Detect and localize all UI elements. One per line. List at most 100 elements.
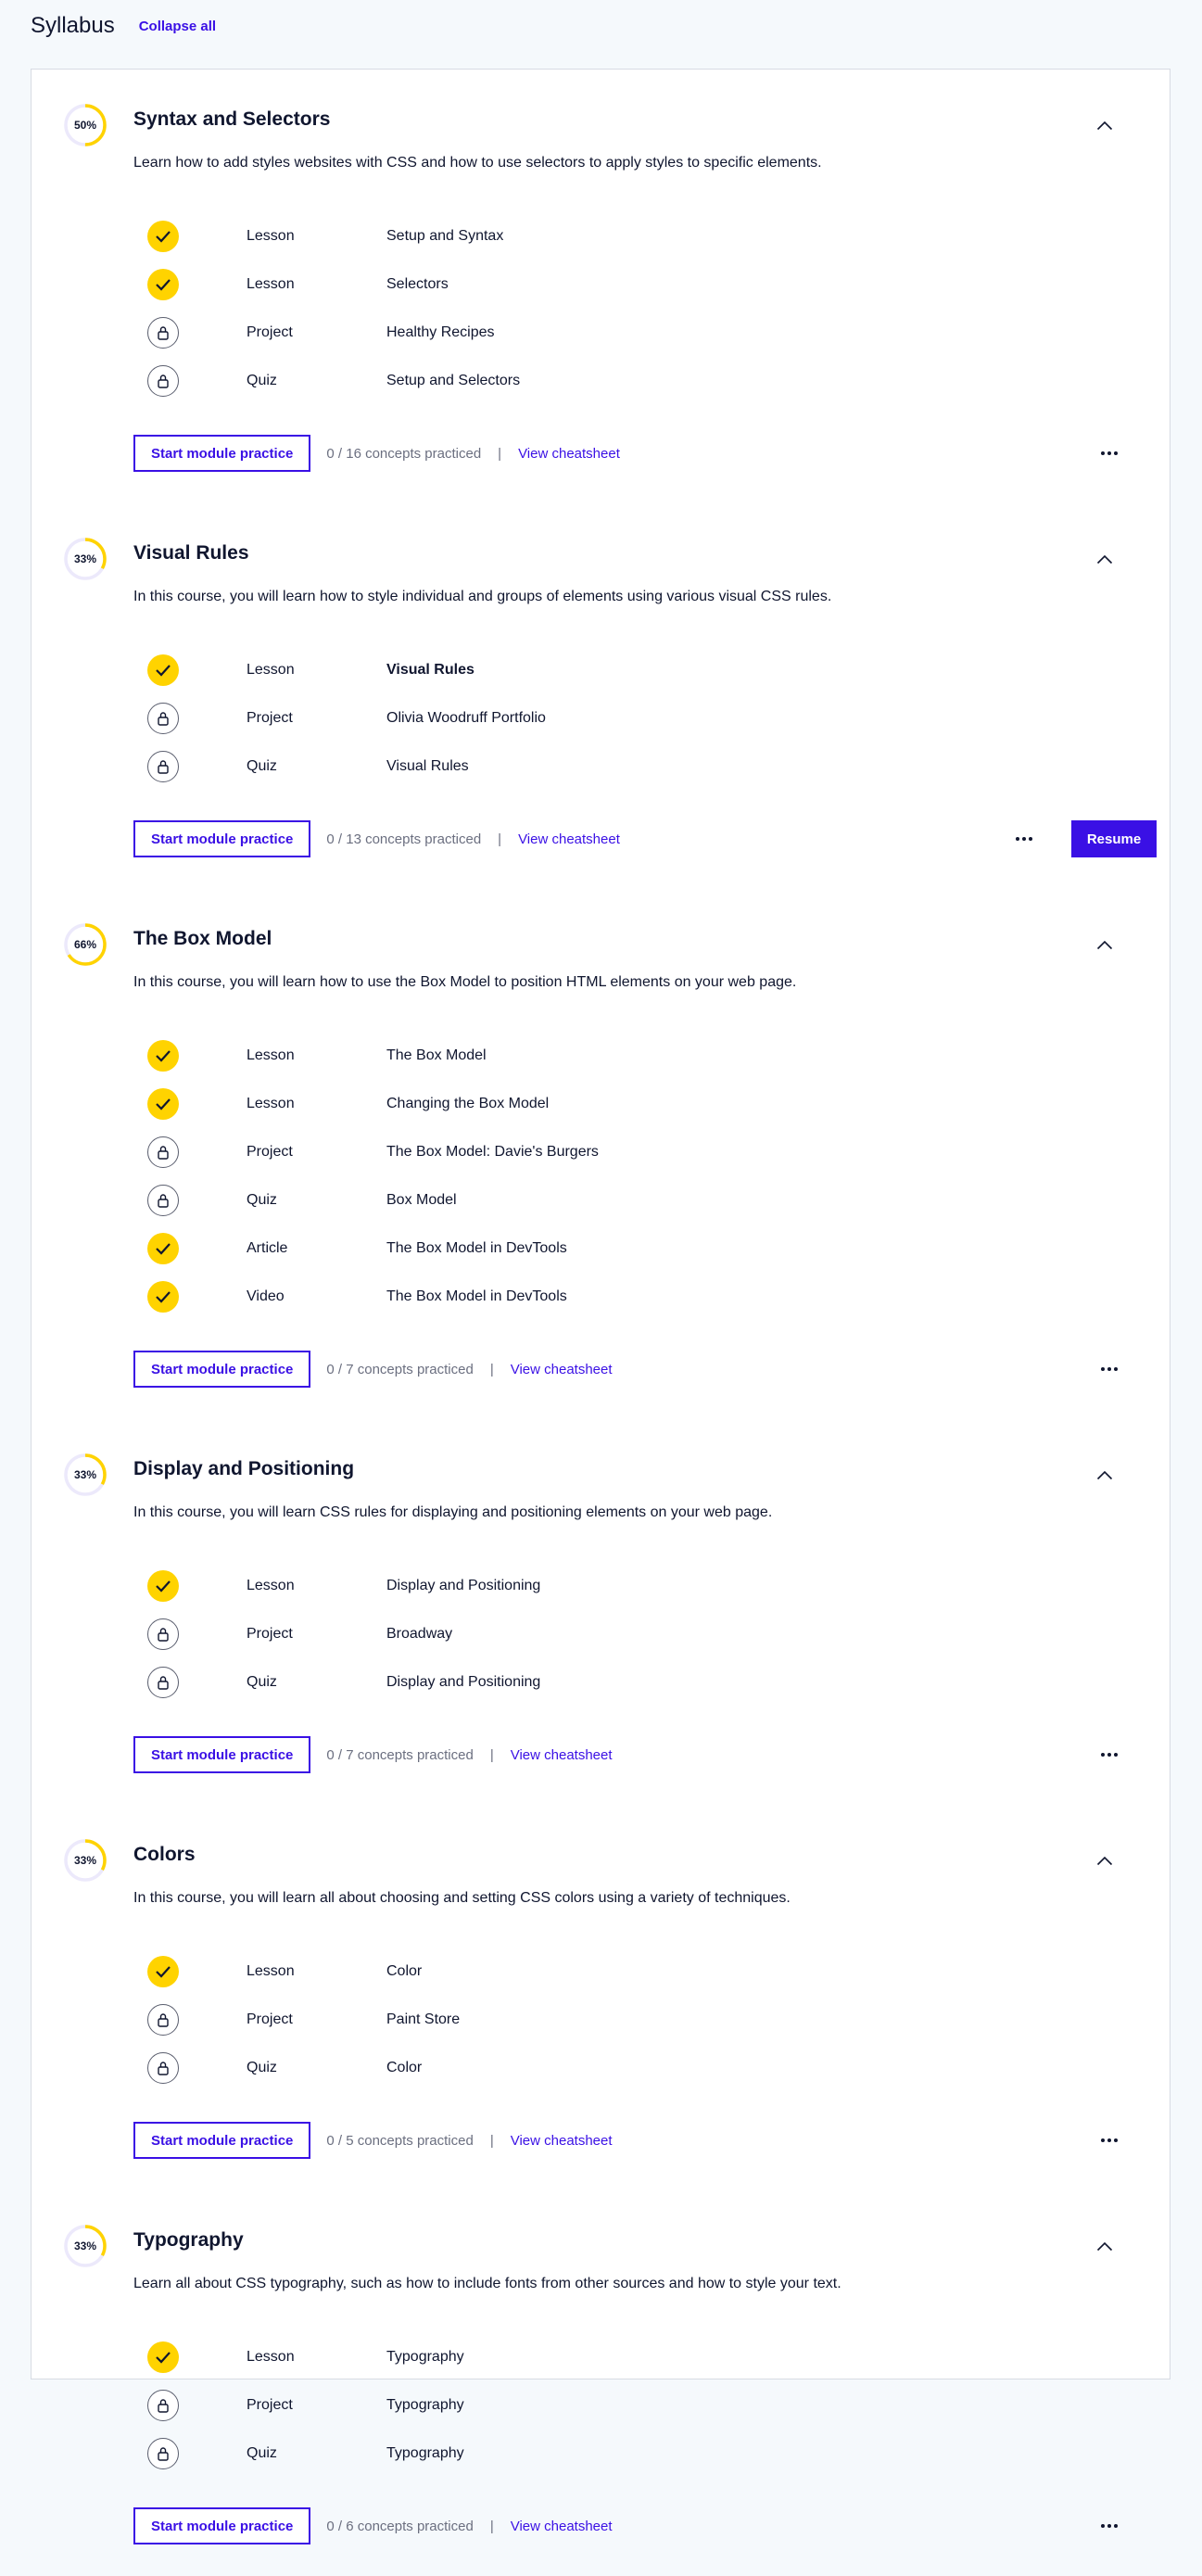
item-name: Typography <box>386 2397 464 2413</box>
more-options-icon[interactable] <box>1095 442 1123 464</box>
view-cheatsheet-link[interactable]: View cheatsheet <box>518 446 620 462</box>
view-cheatsheet-link[interactable]: View cheatsheet <box>518 831 620 847</box>
chevron-up-icon[interactable] <box>1092 2233 1118 2259</box>
module-description: In this course, you will learn how to us… <box>133 974 797 990</box>
list-item[interactable]: Lesson Color <box>147 1948 981 1996</box>
item-type: Project <box>247 1144 293 1160</box>
checkmark-icon <box>147 1040 179 1072</box>
item-name: The Box Model: Davie's Burgers <box>386 1144 599 1160</box>
list-item[interactable]: Lesson Visual Rules <box>147 646 981 694</box>
item-type: Quiz <box>247 1674 277 1690</box>
lock-graphic <box>158 2013 169 2027</box>
list-item[interactable]: Lesson Setup and Syntax <box>147 212 981 260</box>
view-cheatsheet-link[interactable]: View cheatsheet <box>511 2519 613 2534</box>
checkmark-graphic <box>156 1098 171 1110</box>
lock-graphic <box>158 712 169 726</box>
lock-graphic <box>158 2447 169 2461</box>
lock-icon <box>147 1185 179 1216</box>
start-module-practice-button[interactable]: Start module practice <box>133 2507 311 2544</box>
lock-icon <box>147 2438 179 2469</box>
module-items: Lesson Display and Positioning Project Broa… <box>147 1562 981 1707</box>
view-cheatsheet-link[interactable]: View cheatsheet <box>511 2133 613 2149</box>
module-footer: Start module practice 0 / 7 concepts prac… <box>133 1736 1170 1773</box>
list-item[interactable]: Project Healthy Recipes <box>147 309 981 357</box>
syllabus-panel: 50% Syntax and Selectors Learn how to add … <box>31 69 1170 2544</box>
more-options-icon[interactable] <box>1010 828 1038 850</box>
checkmark-icon <box>147 221 179 252</box>
list-item[interactable]: Lesson Selectors <box>147 260 981 309</box>
item-type: Quiz <box>247 1192 277 1208</box>
checkmark-icon <box>147 269 179 300</box>
item-name: Selectors <box>386 276 449 292</box>
progress-ring: 33% <box>63 2224 108 2268</box>
start-module-practice-button[interactable]: Start module practice <box>133 820 311 857</box>
list-item[interactable]: Project The Box Model: Davie's Burgers <box>147 1128 981 1176</box>
more-options-icon[interactable] <box>1095 1744 1123 1766</box>
chevron-up-graphic <box>1096 2241 1113 2251</box>
item-name: Broadway <box>386 1626 453 1642</box>
item-type: Lesson <box>247 2349 295 2365</box>
item-name: Display and Positioning <box>386 1674 541 1690</box>
view-cheatsheet-link[interactable]: View cheatsheet <box>511 1362 613 1377</box>
start-module-practice-button[interactable]: Start module practice <box>133 435 311 472</box>
item-type: Quiz <box>247 373 277 388</box>
more-options-icon[interactable] <box>1095 2515 1123 2537</box>
list-item[interactable]: Article The Box Model in DevTools <box>147 1225 981 1273</box>
item-type: Project <box>247 2397 293 2413</box>
list-item[interactable]: Lesson Typography <box>147 2333 981 2381</box>
list-item[interactable]: Project Paint Store <box>147 1996 981 2044</box>
chevron-up-icon[interactable] <box>1092 112 1118 138</box>
item-name: Color <box>386 2060 423 2075</box>
list-item[interactable]: Video The Box Model in DevTools <box>147 1273 981 1321</box>
list-item[interactable]: Quiz Setup and Selectors <box>147 357 981 405</box>
chevron-up-icon[interactable] <box>1092 546 1118 572</box>
view-cheatsheet-link[interactable]: View cheatsheet <box>511 1747 613 1763</box>
item-type: Article <box>247 1240 288 1256</box>
more-options-icon[interactable] <box>1095 1358 1123 1380</box>
list-item[interactable]: Project Broadway <box>147 1610 981 1658</box>
item-type: Lesson <box>247 1963 295 1979</box>
item-name: The Box Model in DevTools <box>386 1240 567 1256</box>
checkmark-graphic <box>156 1050 171 1062</box>
list-item[interactable]: Quiz Display and Positioning <box>147 1658 981 1707</box>
chevron-up-icon[interactable] <box>1092 1847 1118 1873</box>
list-item[interactable]: Quiz Visual Rules <box>147 742 981 791</box>
lock-graphic <box>158 1676 169 1690</box>
separator: | <box>489 1746 494 1763</box>
list-item[interactable]: Quiz Box Model <box>147 1176 981 1225</box>
module-2: 33% Visual Rules In this course, you will … <box>32 503 1170 889</box>
item-name: Visual Rules <box>386 662 474 678</box>
item-type: Lesson <box>247 1047 295 1063</box>
progress-ring: 33% <box>63 1838 108 1883</box>
start-module-practice-button[interactable]: Start module practice <box>133 1736 311 1773</box>
separator: | <box>489 2132 494 2149</box>
item-type: Project <box>247 324 293 340</box>
list-item[interactable]: Quiz Color <box>147 2044 981 2092</box>
list-item[interactable]: Lesson Display and Positioning <box>147 1562 981 1610</box>
checkmark-icon <box>147 1570 179 1602</box>
item-name: Box Model <box>386 1192 457 1208</box>
list-item[interactable]: Lesson Changing the Box Model <box>147 1080 981 1128</box>
start-module-practice-button[interactable]: Start module practice <box>133 2122 311 2159</box>
list-item[interactable]: Lesson The Box Model <box>147 1032 981 1080</box>
more-options-icon[interactable] <box>1095 2129 1123 2151</box>
progress-percent: 33% <box>73 1854 97 1867</box>
list-item[interactable]: Project Typography <box>147 2381 981 2430</box>
progress-ring: 50% <box>63 103 108 147</box>
chevron-up-graphic <box>1096 940 1113 949</box>
list-item[interactable]: Quiz Typography <box>147 2430 981 2478</box>
item-name: Color <box>386 1963 423 1979</box>
collapse-all-button[interactable]: Collapse all <box>139 19 216 34</box>
chevron-up-graphic <box>1096 554 1113 564</box>
module-title: Typography <box>133 2229 244 2251</box>
chevron-up-icon[interactable] <box>1092 1462 1118 1488</box>
resume-button[interactable]: Resume <box>1071 820 1157 857</box>
checkmark-graphic <box>156 665 171 677</box>
list-item[interactable]: Project Olivia Woodruff Portfolio <box>147 694 981 742</box>
checkmark-graphic <box>156 1580 171 1593</box>
chevron-up-icon[interactable] <box>1092 932 1118 958</box>
start-module-practice-button[interactable]: Start module practice <box>133 1351 311 1388</box>
lock-icon <box>147 2052 179 2084</box>
item-type: Quiz <box>247 2445 277 2461</box>
progress-percent: 33% <box>73 2240 97 2252</box>
